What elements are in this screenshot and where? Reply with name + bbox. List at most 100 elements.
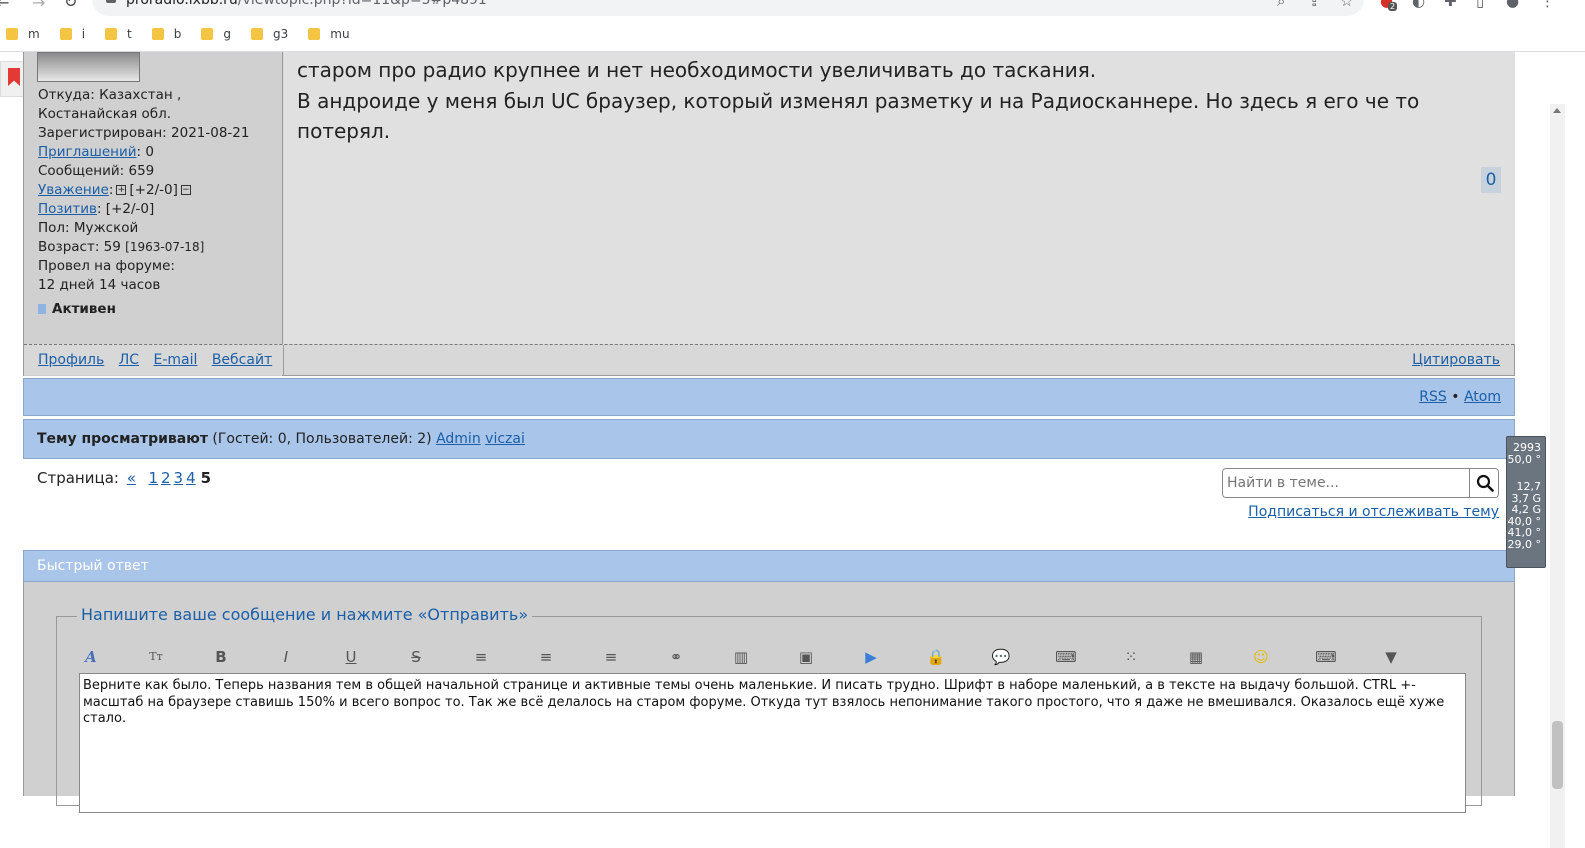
pagination-page-link[interactable]: 1 — [148, 469, 158, 487]
menu-icon[interactable]: ⋮ — [1540, 0, 1555, 10]
profile-link[interactable]: Профиль — [38, 352, 104, 368]
status-dot-icon — [38, 304, 46, 314]
align-center-icon[interactable]: ≡ — [534, 645, 558, 669]
bookmark-g3[interactable]: g3 — [251, 27, 288, 41]
keyboard-icon[interactable]: ⌨ — [1314, 645, 1338, 669]
url-domain: proradio.ixbb.ru — [126, 0, 238, 8]
website-link[interactable]: Вебсайт — [212, 352, 272, 368]
post-footer: Профиль ЛС E-mail Вебсайт Цитировать — [24, 344, 1514, 376]
feed-separator: • — [1451, 389, 1460, 405]
bold-icon[interactable]: B — [209, 645, 233, 669]
scroll-thumb[interactable] — [1552, 721, 1563, 789]
strikethrough-icon[interactable]: S — [404, 645, 428, 669]
viewer-user-link[interactable]: viczai — [485, 431, 525, 447]
font-icon[interactable]: A — [79, 645, 103, 669]
folder-icon — [151, 28, 164, 40]
video-icon[interactable]: ▶ — [859, 645, 883, 669]
search-input[interactable] — [1223, 469, 1469, 497]
widget-reading: 50,0 ° — [1507, 452, 1542, 466]
email-link[interactable]: E-mail — [153, 352, 197, 368]
bookmark-b[interactable]: b — [151, 27, 182, 41]
code-icon[interactable]: ⌨ — [1054, 645, 1078, 669]
font-size-icon[interactable]: Tт — [144, 645, 168, 669]
folder-icon — [105, 28, 118, 40]
author-time-value: 12 дней 14 часов — [38, 277, 161, 293]
vote-count[interactable]: 0 — [1481, 167, 1501, 193]
respect-link[interactable]: Уважение — [38, 182, 109, 198]
puzzle-icon[interactable]: ✚ — [1444, 0, 1457, 10]
pm-link[interactable]: ЛС — [119, 352, 139, 368]
color-icon[interactable]: ⁙ — [1119, 645, 1143, 669]
image-icon[interactable]: ▣ — [794, 645, 818, 669]
speech-bubble-icon[interactable]: 💬 — [989, 645, 1013, 669]
back-icon[interactable]: ← — [0, 0, 9, 12]
system-monitor-widget: 2993 50,0 ° 12,7 3,7 G 4,2 G 40,0 ° 41,0 ° 29,0… — [1506, 436, 1546, 568]
rss-link[interactable]: RSS — [1419, 389, 1447, 405]
pagination-page-link[interactable]: 3 — [174, 469, 184, 487]
invites-link[interactable]: Приглашений — [38, 144, 137, 160]
url-text[interactable]: proradio.ixbb.ru/viewtopic.php?id=11&p=5… — [126, 0, 487, 8]
bookmark-g[interactable]: g — [201, 27, 231, 41]
zoom-icon[interactable]: ⌕ — [1277, 0, 1285, 10]
reply-fieldset: Напишите ваше сообщение и нажмите «Отпра… — [56, 605, 1482, 813]
forward-icon[interactable]: → — [32, 0, 45, 12]
positive-value: : [+2/-0] — [96, 201, 155, 217]
folder-icon — [251, 28, 264, 40]
post-text-line: В андроиде у меня был UC браузер, которы… — [297, 88, 1420, 144]
atom-link[interactable]: Atom — [1464, 389, 1501, 405]
search-button[interactable] — [1469, 469, 1498, 497]
quote-link[interactable]: Цитировать — [1412, 352, 1500, 368]
message-textarea[interactable] — [79, 673, 1466, 813]
table-icon[interactable]: ▦ — [1184, 645, 1208, 669]
more-icon[interactable]: ▼ — [1379, 645, 1403, 669]
sidepanel-icon[interactable]: ▯ — [1476, 0, 1484, 10]
lock-icon[interactable] — [106, 0, 116, 3]
bookmark-i[interactable]: i — [59, 27, 85, 41]
align-left-icon[interactable]: ≡ — [469, 645, 493, 669]
smiley-icon[interactable]: ☺ — [1249, 645, 1273, 669]
pagination-label: Страница: — [37, 469, 119, 487]
widget-reading: 41,0 ° — [1507, 526, 1542, 539]
scroll-up-icon[interactable] — [1553, 108, 1561, 113]
page-scrollbar[interactable] — [1550, 104, 1565, 848]
reply-legend: Напишите ваше сообщение и нажмите «Отпра… — [77, 605, 533, 624]
pagination-page-link[interactable]: 2 — [161, 469, 171, 487]
underline-icon[interactable]: U — [339, 645, 363, 669]
link-icon[interactable]: ⚭ — [664, 645, 688, 669]
author-from: Откуда: Казахстан , — [38, 87, 182, 103]
pagination-page-link[interactable]: 4 — [186, 469, 196, 487]
profile-icon[interactable]: ● — [1506, 0, 1519, 10]
reload-icon[interactable]: ↻ — [64, 0, 77, 11]
author-age: Возраст: 59 — [38, 239, 121, 255]
author-region: Костанайская обл. — [38, 106, 172, 122]
viewer-user-link[interactable]: Admin — [436, 431, 481, 447]
align-right-icon[interactable]: ≡ — [599, 645, 623, 669]
avatar — [37, 52, 140, 82]
editor-toolbar: A Tт B I U S ≡ ≡ ≡ ⚭ ▥ ▣ ▶ 🔒 💬 ⌨ ⁙ ▦ ☺ ⌨ ▼ — [79, 645, 1459, 669]
respect-plus-icon[interactable]: + — [116, 185, 127, 195]
extension-2-icon[interactable]: ◐ — [1412, 0, 1425, 10]
respect-minus-icon[interactable]: − — [180, 185, 191, 195]
share-icon[interactable]: ⇪ — [1308, 0, 1321, 10]
italic-icon[interactable]: I — [274, 645, 298, 669]
book-icon[interactable]: ▥ — [729, 645, 753, 669]
post-text-line: старом про радио крупнее и нет необходим… — [297, 58, 1097, 82]
post-author-panel: Откуда: Казахстан , Костанайская обл. За… — [24, 52, 283, 376]
author-registered: Зарегистрирован: 2021-08-21 — [38, 125, 250, 141]
invites-value: : 0 — [136, 144, 154, 160]
star-icon[interactable]: ☆ — [1340, 0, 1353, 10]
positive-link[interactable]: Позитив — [38, 201, 97, 217]
bookmark-m[interactable]: m — [6, 27, 40, 41]
viewers-counts: (Гостей: 0, Пользователей: 2) — [212, 431, 432, 447]
author-gender: Пол: Мужской — [38, 220, 139, 236]
subscribe-link[interactable]: Подписаться и отслеживать тему — [1248, 504, 1499, 520]
bookmark-t[interactable]: t — [105, 27, 132, 41]
folder-icon — [59, 28, 72, 40]
feeds-bar: RSS • Atom — [23, 378, 1515, 416]
bookmark-mu[interactable]: mu — [308, 27, 350, 41]
topic-search — [1222, 468, 1499, 498]
bookmark-label: b — [173, 27, 182, 41]
pagination-prev[interactable]: « — [127, 469, 136, 487]
lock-icon[interactable]: 🔒 — [924, 645, 948, 669]
widget-reading: 2993 — [1513, 441, 1541, 454]
